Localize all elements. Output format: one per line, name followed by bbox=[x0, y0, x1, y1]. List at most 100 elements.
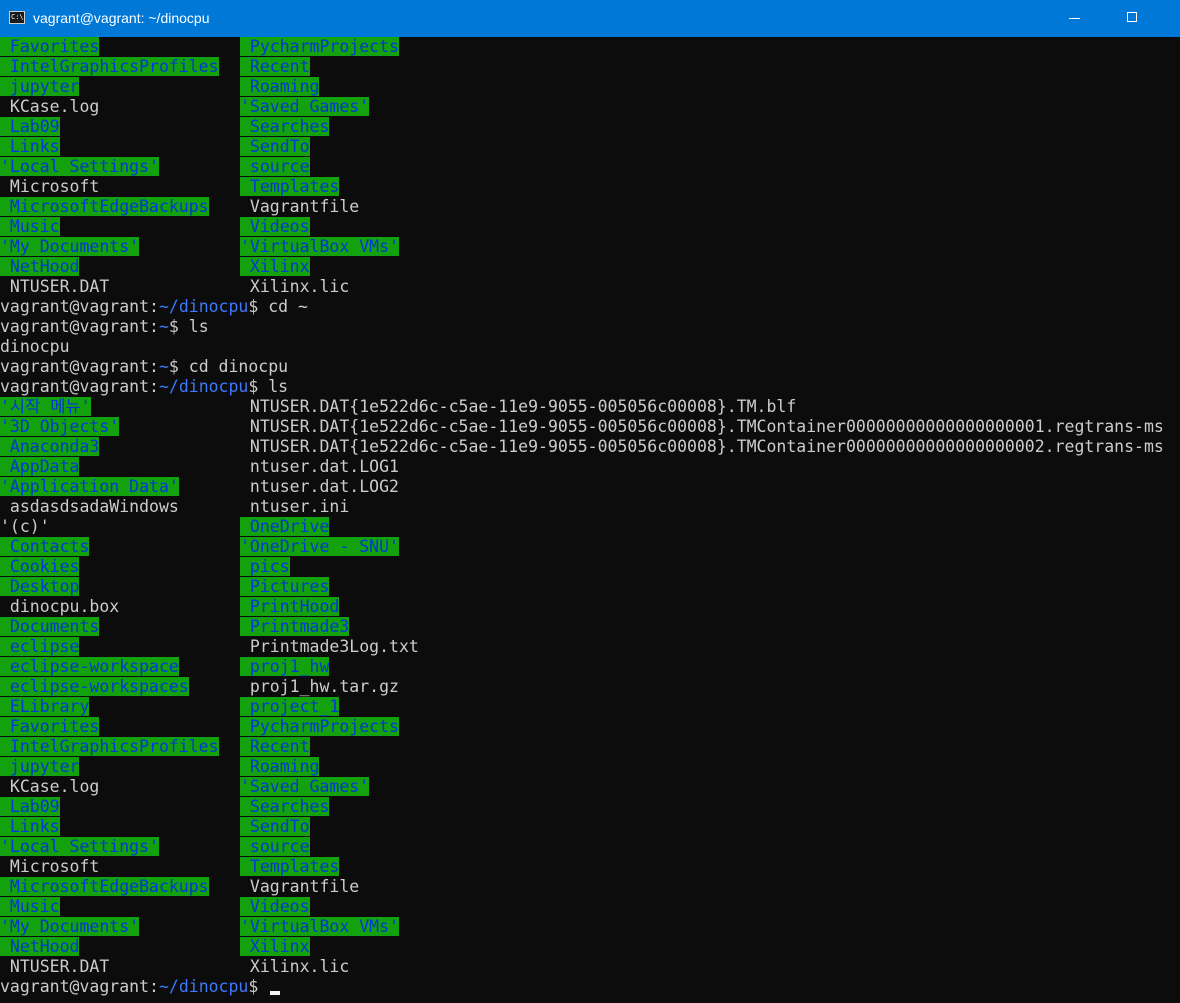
ls-entry: 'OneDrive - SNU' bbox=[240, 537, 399, 557]
ls-entry: 'Local Settings' bbox=[0, 157, 159, 177]
ls-entry: AppData bbox=[0, 457, 80, 477]
ls-entry: PycharmProjects bbox=[240, 717, 399, 737]
ls-entry-file: NTUSER.DAT bbox=[0, 277, 110, 296]
ls-entry-dir: 'My Documents' bbox=[0, 917, 140, 936]
ls-entry: eclipse-workspaces bbox=[0, 677, 189, 697]
title-bar[interactable]: C:\ vagrant@vagrant: ~/dinocpu bbox=[0, 0, 1180, 37]
ls-entry: NTUSER.DAT bbox=[0, 277, 109, 297]
ls-entry-dir: Roaming bbox=[240, 757, 320, 776]
ls-entry: Searches bbox=[240, 117, 330, 137]
ls-entry: asdasdsadaWindows bbox=[0, 497, 179, 517]
ls-entry: Music bbox=[0, 217, 60, 237]
command-prompt-icon: C:\ bbox=[9, 11, 25, 24]
prompt-line: vagrant@vagrant:~$ cd dinocpu bbox=[0, 357, 288, 377]
ls-entry-dir: Lab09 bbox=[0, 117, 60, 136]
ls-entry-dir: SendTo bbox=[240, 137, 310, 156]
ls-entry: Favorites bbox=[0, 717, 100, 737]
ls-entry-dir: jupyter bbox=[0, 757, 80, 776]
ls-entry: NTUSER.DAT{1e522d6c-c5ae-11e9-9055-00505… bbox=[240, 437, 1164, 457]
ls-entry: Templates bbox=[240, 177, 340, 197]
text-cursor bbox=[270, 991, 280, 995]
ls-entry-dir: AppData bbox=[0, 457, 80, 476]
ls-entry: Cookies bbox=[0, 557, 80, 577]
ls-entry: Microsoft bbox=[0, 857, 99, 877]
ls-entry: 'My Documents' bbox=[0, 917, 140, 937]
ls-entry-file: NTUSER.DAT{1e522d6c-c5ae-11e9-9055-00505… bbox=[240, 437, 1164, 456]
ls-entry: project_1 bbox=[240, 697, 340, 717]
ls-entry: Xilinx.lic bbox=[240, 957, 349, 977]
prompt-user: vagrant@vagrant bbox=[0, 317, 150, 336]
ls-entry: proj1_hw bbox=[240, 657, 330, 677]
ls-entry: Links bbox=[0, 817, 60, 837]
ls-entry-dir: PycharmProjects bbox=[240, 37, 399, 56]
ls-entry: SendTo bbox=[240, 137, 310, 157]
ls-entry-dir: Recent bbox=[240, 737, 310, 756]
prompt-path: ~/dinocpu bbox=[158, 297, 249, 316]
prompt-line: dinocpu bbox=[0, 337, 70, 357]
ls-entry: dinocpu.box bbox=[0, 597, 119, 617]
ls-entry: proj1_hw.tar.gz bbox=[240, 677, 399, 697]
ls-entry: Lab09 bbox=[0, 117, 60, 137]
ls-entry-dir: eclipse-workspace bbox=[0, 657, 179, 676]
ls-entry-dir: PycharmProjects bbox=[240, 717, 399, 736]
ls-entry: '(c)' bbox=[0, 517, 50, 537]
prompt-user: vagrant@vagrant bbox=[0, 377, 150, 396]
ls-entry-dir: '시작 메뉴' bbox=[0, 397, 91, 416]
ls-entry: KCase.log bbox=[0, 777, 99, 797]
ls-entry-file: NTUSER.DAT bbox=[0, 957, 110, 976]
ls-entry: PycharmProjects bbox=[240, 37, 399, 57]
ls-entry: IntelGraphicsProfiles bbox=[0, 57, 219, 77]
ls-entry: NTUSER.DAT{1e522d6c-c5ae-11e9-9055-00505… bbox=[240, 417, 1164, 437]
prompt-command: $ ls bbox=[248, 377, 289, 396]
ls-entry-dir: Documents bbox=[0, 617, 100, 636]
ls-entry-dir: project_1 bbox=[240, 697, 340, 716]
prompt-line: vagrant@vagrant:~/dinocpu$ ls bbox=[0, 377, 288, 397]
ls-entry: source bbox=[240, 837, 310, 857]
ls-entry-dir: IntelGraphicsProfiles bbox=[0, 737, 219, 756]
ls-entry-dir: Anaconda3 bbox=[0, 437, 100, 456]
ls-entry: eclipse-workspace bbox=[0, 657, 179, 677]
maximize-button[interactable] bbox=[1101, 0, 1163, 37]
ls-entry-dir: 'Local Settings' bbox=[0, 837, 159, 856]
prompt-line: vagrant@vagrant:~/dinocpu$ cd ~ bbox=[0, 297, 308, 317]
ls-entry-dir: Favorites bbox=[0, 37, 100, 56]
ls-entry: Links bbox=[0, 137, 60, 157]
ls-entry: eclipse bbox=[0, 637, 80, 657]
ls-entry: Roaming bbox=[240, 757, 320, 777]
prompt-user: vagrant@vagrant bbox=[0, 977, 150, 996]
terminal-output[interactable]: Favorites PycharmProjects IntelGraphicsP… bbox=[0, 37, 1180, 1003]
ls-entry: Favorites bbox=[0, 37, 100, 57]
prompt-path: ~/dinocpu bbox=[158, 977, 249, 996]
ls-entry: 'VirtualBox VMs' bbox=[240, 237, 399, 257]
ls-entry: jupyter bbox=[0, 757, 80, 777]
ls-entry-dir: Music bbox=[0, 217, 60, 236]
ls-entry-dir: MicrosoftEdgeBackups bbox=[0, 197, 209, 216]
ls-entry: Recent bbox=[240, 57, 310, 77]
ls-entry-file: Printmade3Log.txt bbox=[240, 637, 419, 656]
minimize-button[interactable] bbox=[1044, 0, 1106, 37]
ls-entry: Xilinx bbox=[240, 257, 310, 277]
ls-entry-dir: Desktop bbox=[0, 577, 80, 596]
prompt-separator: : bbox=[149, 377, 159, 396]
ls-entry: Searches bbox=[240, 797, 330, 817]
prompt-separator: : bbox=[149, 297, 159, 316]
ls-entry-dir: Searches bbox=[240, 117, 330, 136]
ls-entry-dir: Lab09 bbox=[0, 797, 60, 816]
prompt-separator: : bbox=[149, 317, 159, 336]
prompt-command: $ cd dinocpu bbox=[168, 357, 289, 376]
ls-entry: Documents bbox=[0, 617, 100, 637]
ls-entry: Pictures bbox=[240, 577, 330, 597]
ls-entry: Xilinx bbox=[240, 937, 310, 957]
ls-entry-dir: 'Saved Games' bbox=[240, 777, 370, 796]
ls-entry: 'VirtualBox VMs' bbox=[240, 917, 399, 937]
ls-entry-dir: Printmade3 bbox=[240, 617, 350, 636]
ls-entry: Roaming bbox=[240, 77, 320, 97]
ls-entry-dir: Links bbox=[0, 137, 60, 156]
ls-entry: jupyter bbox=[0, 77, 80, 97]
ls-entry: MicrosoftEdgeBackups bbox=[0, 877, 209, 897]
ls-entry-dir: Videos bbox=[240, 897, 310, 916]
window-title: vagrant@vagrant: ~/dinocpu bbox=[33, 10, 210, 26]
ls-entry-dir: IntelGraphicsProfiles bbox=[0, 57, 219, 76]
ls-entry: Templates bbox=[240, 857, 340, 877]
ls-entry-dir: source bbox=[240, 157, 310, 176]
